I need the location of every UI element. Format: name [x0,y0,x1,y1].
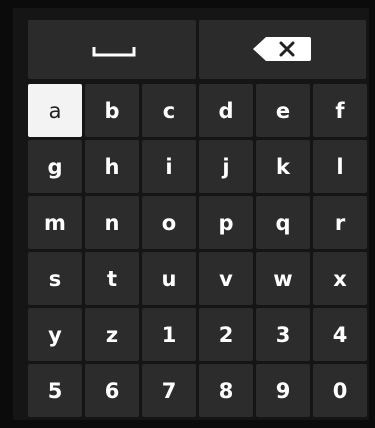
key-v[interactable]: v [199,252,253,305]
key-q[interactable]: q [256,196,310,249]
key-x[interactable]: x [313,252,367,305]
key-g[interactable]: g [28,140,82,193]
backspace-icon [253,37,311,61]
key-9[interactable]: 9 [256,364,310,417]
space-bar-icon [92,47,136,57]
key-t[interactable]: t [85,252,139,305]
key-s[interactable]: s [28,252,82,305]
key-k[interactable]: k [256,140,310,193]
space-key[interactable] [28,20,196,79]
onscreen-keyboard: a b c d e f g h i j k l m n o p q r s t … [13,8,369,420]
key-grid: a b c d e f g h i j k l m n o p q r s t … [28,84,367,417]
key-c[interactable]: c [142,84,196,137]
key-6[interactable]: 6 [85,364,139,417]
key-h[interactable]: h [85,140,139,193]
key-e[interactable]: e [256,84,310,137]
key-i[interactable]: i [142,140,196,193]
key-3[interactable]: 3 [256,308,310,361]
keyboard-top-row [28,20,366,79]
key-o[interactable]: o [142,196,196,249]
key-d[interactable]: d [199,84,253,137]
key-4[interactable]: 4 [313,308,367,361]
key-u[interactable]: u [142,252,196,305]
key-2[interactable]: 2 [199,308,253,361]
key-p[interactable]: p [199,196,253,249]
key-a[interactable]: a [28,84,82,137]
key-z[interactable]: z [85,308,139,361]
key-5[interactable]: 5 [28,364,82,417]
key-r[interactable]: r [313,196,367,249]
key-y[interactable]: y [28,308,82,361]
key-1[interactable]: 1 [142,308,196,361]
key-7[interactable]: 7 [142,364,196,417]
key-f[interactable]: f [313,84,367,137]
key-b[interactable]: b [85,84,139,137]
key-0[interactable]: 0 [313,364,367,417]
key-j[interactable]: j [199,140,253,193]
key-n[interactable]: n [85,196,139,249]
key-l[interactable]: l [313,140,367,193]
key-8[interactable]: 8 [199,364,253,417]
key-w[interactable]: w [256,252,310,305]
backspace-key[interactable] [199,20,366,79]
key-m[interactable]: m [28,196,82,249]
